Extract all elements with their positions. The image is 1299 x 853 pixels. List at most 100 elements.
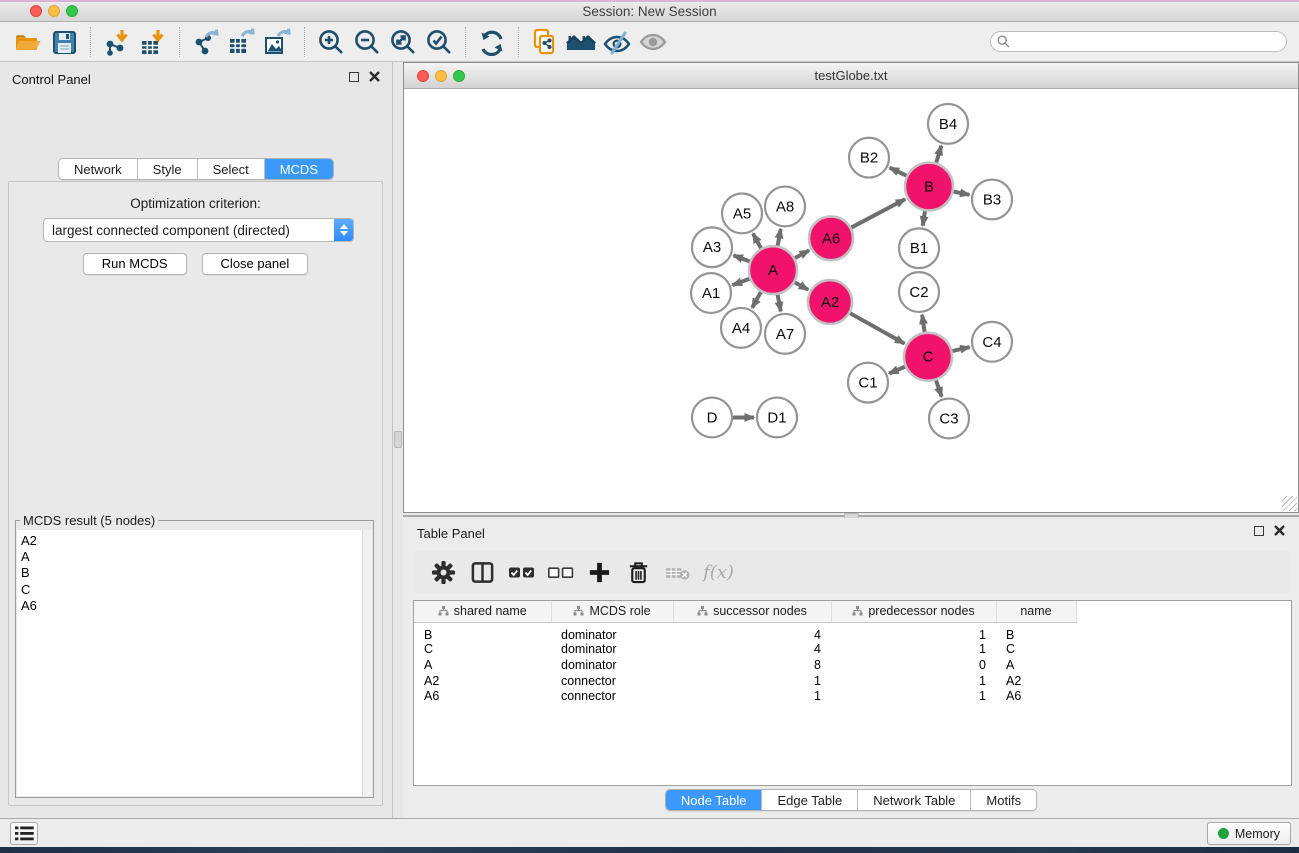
table-cell[interactable]: dominator (551, 642, 673, 658)
zoom-out-button[interactable] (349, 25, 385, 59)
column-header-MCDS-role[interactable]: MCDS role (551, 601, 673, 622)
mcds-result-item[interactable]: B (21, 565, 372, 581)
table-cell[interactable]: A (996, 657, 1076, 673)
table-cell[interactable]: A (414, 657, 551, 673)
table-cell[interactable]: 1 (673, 673, 831, 689)
criterion-dropdown[interactable]: largest connected component (directed) (43, 218, 354, 242)
graph-node-B2[interactable]: B2 (849, 138, 889, 178)
graph-edge-C-C3[interactable] (936, 380, 942, 396)
table-cell[interactable]: A2 (996, 673, 1076, 689)
table-cell[interactable]: B (414, 622, 551, 642)
table-cell[interactable]: C (996, 642, 1076, 658)
duplicate-network-button[interactable] (527, 25, 563, 59)
mcds-result-item[interactable]: A (21, 549, 372, 565)
search-input[interactable] (990, 31, 1287, 52)
table-cell[interactable]: A6 (414, 689, 551, 705)
delete-row-button[interactable] (625, 559, 652, 586)
zoom-in-button[interactable] (313, 25, 349, 59)
network-canvas[interactable]: B4B2BB3A8A5A6A3B1AC2A1A2A4A7C4CC1C3DD1 (404, 90, 1298, 512)
graph-edge-B-B2[interactable] (890, 168, 907, 176)
graph-edge-A-A3[interactable] (734, 255, 750, 261)
table-cell[interactable]: 1 (673, 689, 831, 705)
graph-edge-B-B3[interactable] (953, 192, 969, 195)
network-window-titlebar[interactable]: testGlobe.txt (404, 63, 1298, 89)
graph-edge-A-A1[interactable] (733, 279, 750, 285)
vertical-split-handle[interactable] (394, 431, 402, 448)
graph-node-A[interactable]: A (749, 246, 797, 294)
graph-edge-C-C4[interactable] (952, 347, 969, 351)
table-row[interactable]: Cdominator41C (414, 642, 1291, 658)
deselect-all-button[interactable] (547, 559, 574, 586)
table-cell[interactable]: A6 (996, 689, 1076, 705)
tab-network-table[interactable]: Network Table (858, 790, 971, 810)
import-network-button[interactable] (99, 25, 135, 59)
table-cell[interactable]: 1 (831, 622, 996, 642)
graph-node-C3[interactable]: C3 (929, 399, 969, 439)
graph-edge-A-A8[interactable] (778, 229, 781, 246)
select-all-button[interactable] (508, 559, 535, 586)
save-session-button[interactable] (46, 25, 82, 59)
graph-edge-A-A7[interactable] (778, 295, 781, 312)
table-cell[interactable]: C (414, 642, 551, 658)
export-table-button[interactable] (224, 25, 260, 59)
import-table-button[interactable] (135, 25, 171, 59)
table-header-row[interactable]: shared nameMCDS rolesuccessor nodesprede… (414, 601, 1291, 622)
graph-edge-A6-B[interactable] (851, 199, 905, 227)
column-visibility-button[interactable] (469, 559, 496, 586)
graph-node-A8[interactable]: A8 (765, 187, 805, 227)
hide-graphics-details-button[interactable] (599, 25, 635, 59)
graph-edge-B-B4[interactable] (936, 146, 941, 163)
table-cell[interactable]: 1 (831, 673, 996, 689)
export-network-button[interactable] (188, 25, 224, 59)
tab-edge-table[interactable]: Edge Table (762, 790, 858, 810)
tab-style[interactable]: Style (138, 159, 198, 179)
resize-gripper[interactable] (1282, 496, 1297, 511)
add-row-button[interactable] (586, 559, 613, 586)
mcds-result-item[interactable]: A6 (21, 598, 372, 614)
graph-node-B3[interactable]: B3 (972, 180, 1012, 220)
graph-edge-C-C2[interactable] (922, 315, 924, 332)
mcds-result-scrollbar[interactable] (362, 530, 372, 796)
table-cell[interactable]: dominator (551, 657, 673, 673)
graph-edge-A-A2[interactable] (795, 282, 808, 289)
graph-node-A1[interactable]: A1 (691, 273, 731, 313)
graph-node-D[interactable]: D (692, 398, 732, 438)
apply-layout-button[interactable] (474, 25, 510, 59)
close-panel-icon[interactable] (369, 71, 380, 82)
close-table-panel-icon[interactable] (1274, 525, 1285, 536)
column-header-name[interactable]: name (996, 601, 1076, 622)
tab-mcds[interactable]: MCDS (265, 159, 333, 179)
graph-node-B[interactable]: B (905, 163, 953, 211)
graph-node-A2[interactable]: A2 (808, 280, 852, 324)
table-cell[interactable]: 4 (673, 642, 831, 658)
graph-node-A6[interactable]: A6 (809, 216, 853, 260)
tab-node-table[interactable]: Node Table (666, 790, 763, 810)
column-header-shared-name[interactable]: shared name (414, 601, 551, 622)
graph-node-D1[interactable]: D1 (757, 398, 797, 438)
graph-node-C2[interactable]: C2 (899, 272, 939, 312)
graph-node-C[interactable]: C (904, 333, 952, 381)
table-cell[interactable]: connector (551, 689, 673, 705)
node-table[interactable]: shared nameMCDS rolesuccessor nodesprede… (414, 601, 1291, 704)
float-panel-icon[interactable] (349, 72, 359, 82)
graph-node-A4[interactable]: A4 (721, 308, 761, 348)
table-row[interactable]: A6connector11A6 (414, 689, 1291, 705)
graph-node-A7[interactable]: A7 (765, 314, 805, 354)
tab-select[interactable]: Select (198, 159, 265, 179)
graph-edge-C-C1[interactable] (889, 367, 905, 374)
table-row[interactable]: A2connector11A2 (414, 673, 1291, 689)
zoom-fit-button[interactable] (385, 25, 421, 59)
network-graph[interactable]: B4B2BB3A8A5A6A3B1AC2A1A2A4A7C4CC1C3DD1 (404, 90, 1298, 512)
table-cell[interactable]: connector (551, 673, 673, 689)
tab-network[interactable]: Network (59, 159, 138, 179)
graph-node-B1[interactable]: B1 (899, 228, 939, 268)
table-cell[interactable]: A2 (414, 673, 551, 689)
table-options-button[interactable] (430, 559, 457, 586)
tab-motifs[interactable]: Motifs (971, 790, 1036, 810)
graph-edge-A2-C[interactable] (850, 313, 904, 343)
graph-edge-A-A5[interactable] (753, 234, 761, 249)
graph-edge-A-A4[interactable] (752, 292, 761, 308)
table-cell[interactable]: 1 (831, 689, 996, 705)
run-mcds-button[interactable]: Run MCDS (83, 253, 187, 275)
table-cell[interactable]: 4 (673, 622, 831, 642)
